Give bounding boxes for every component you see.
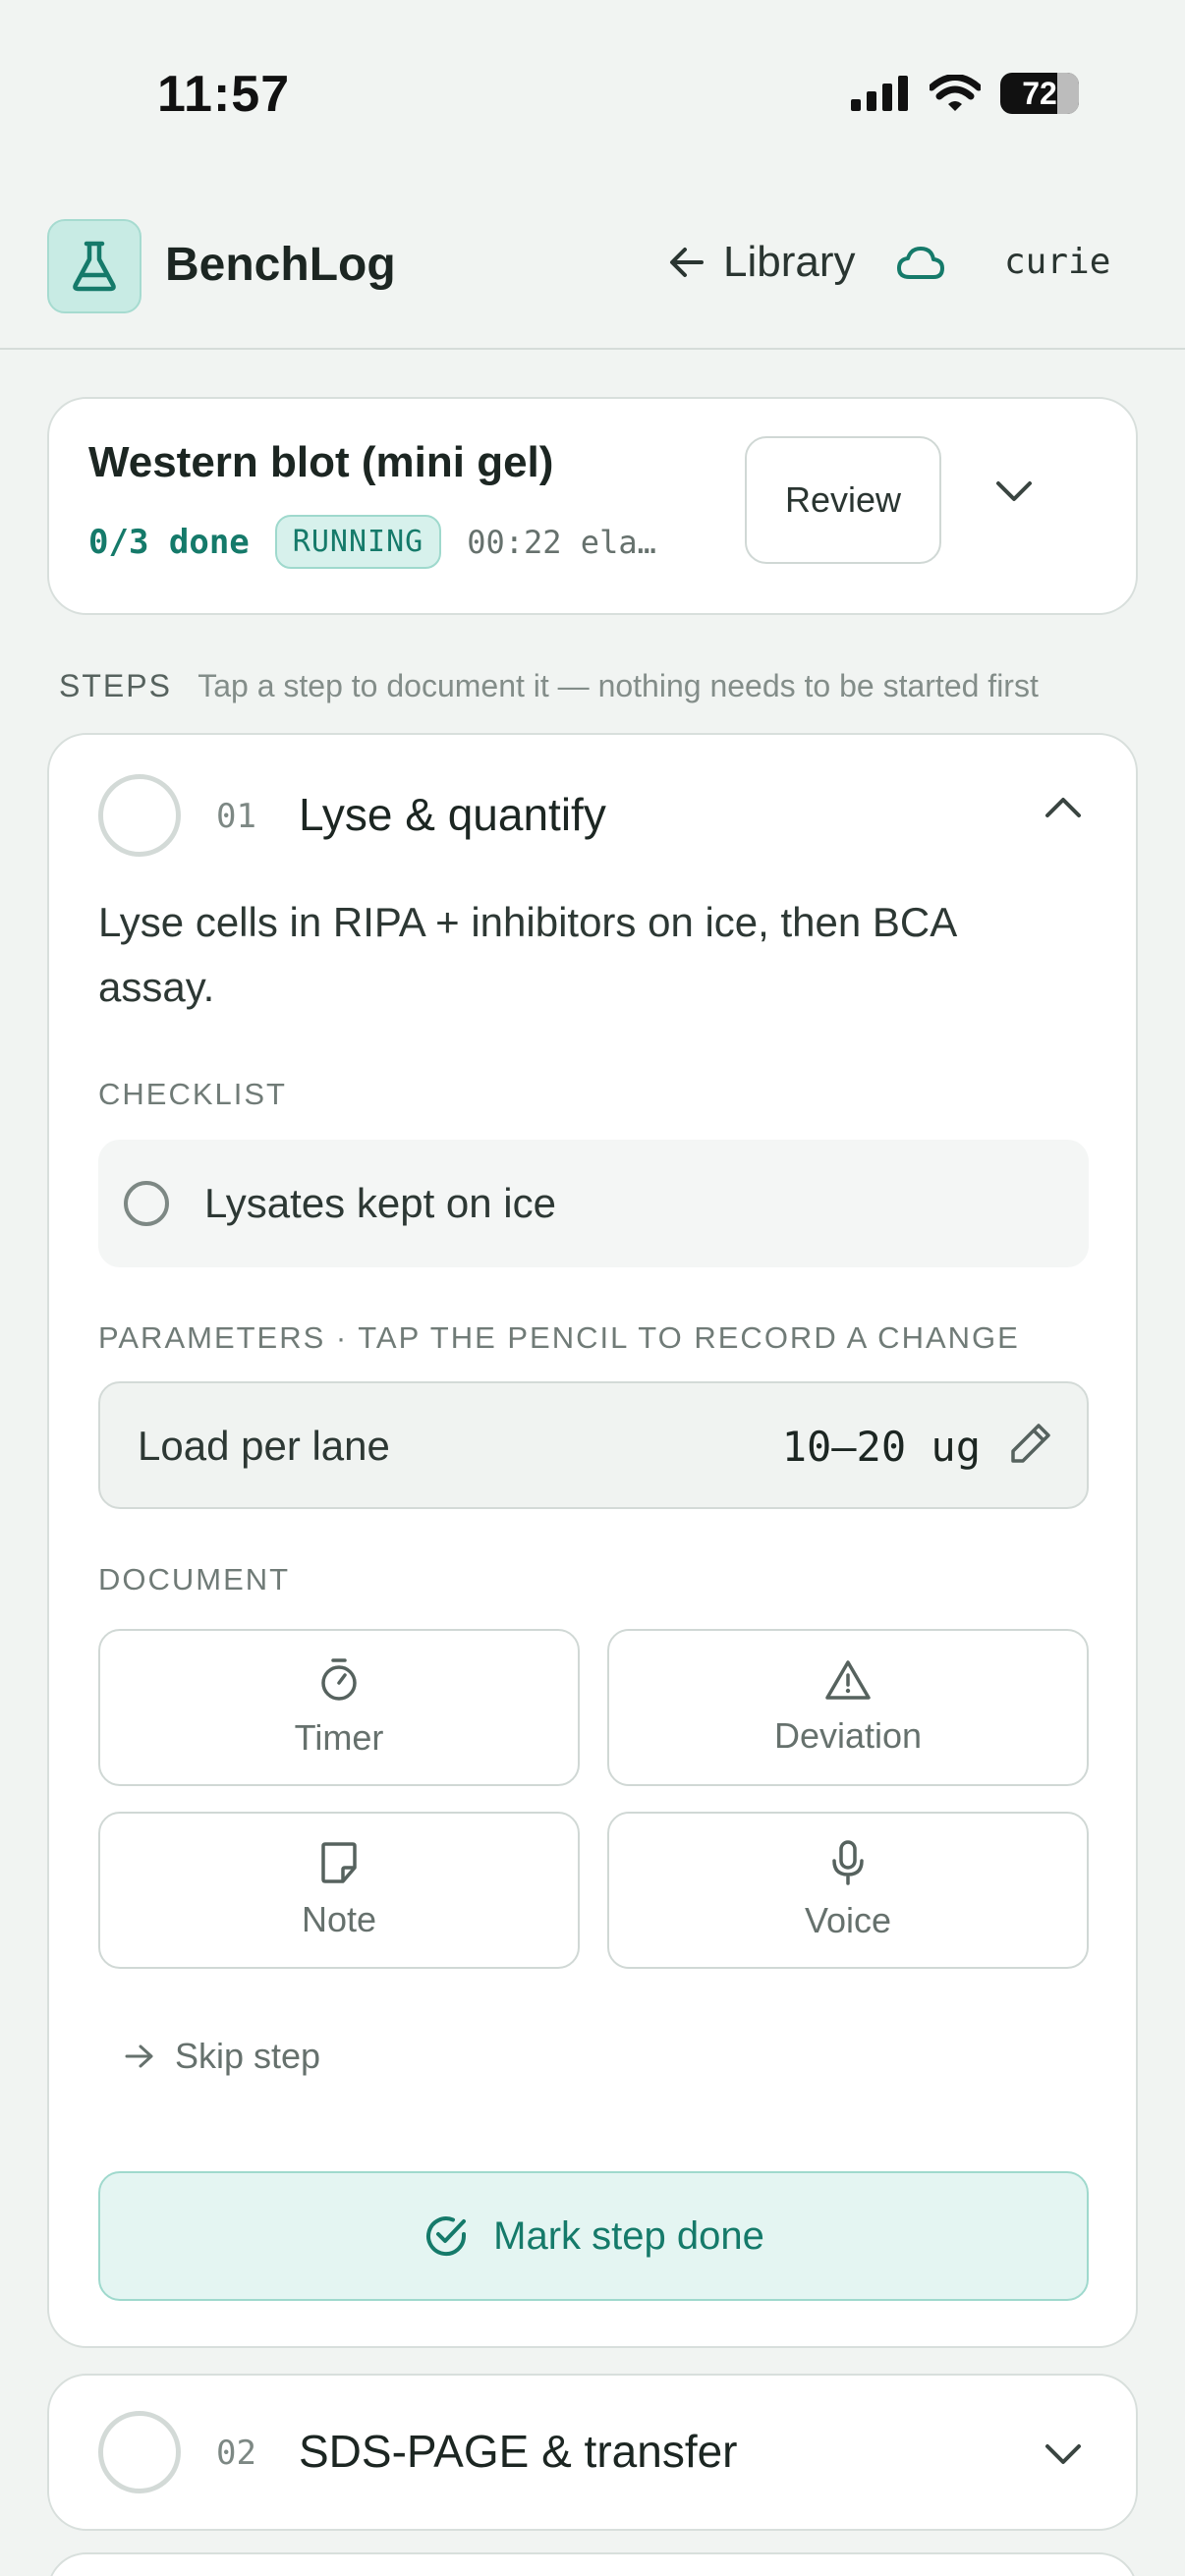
checklist-item[interactable]: Lysates kept on ice	[98, 1140, 1089, 1267]
cellular-signal-icon	[851, 76, 908, 111]
warning-triangle-icon	[825, 1660, 871, 1700]
steps-section-header: STEPS Tap a step to document it — nothin…	[59, 668, 1039, 704]
status-badge: RUNNING	[274, 515, 442, 569]
library-label: Library	[723, 238, 856, 286]
battery-level: 72	[1022, 75, 1057, 111]
note-button[interactable]: Note	[98, 1812, 580, 1969]
microphone-icon	[832, 1840, 864, 1885]
step-number: 01	[216, 797, 256, 836]
note-label: Note	[301, 1899, 377, 1939]
step-title[interactable]: Lyse & quantify	[299, 788, 606, 841]
parameter-value: 10–20 ug	[781, 1423, 981, 1471]
flask-icon	[73, 241, 116, 292]
step-status-circle[interactable]	[98, 774, 181, 857]
mark-step-done-button[interactable]: Mark step done	[98, 2171, 1089, 2301]
voice-label: Voice	[804, 1900, 892, 1940]
timer-label: Timer	[294, 1717, 384, 1758]
app-title: BenchLog	[165, 239, 396, 291]
checklist-label: CHECKLIST	[98, 1077, 287, 1111]
arrow-right-icon	[125, 2044, 153, 2068]
steps-hint: Tap a step to document it — nothing need…	[198, 668, 1039, 703]
parameter-row: Load per lane 10–20 ug	[98, 1381, 1089, 1509]
library-link[interactable]: Library	[668, 238, 856, 287]
step-card-collapsed[interactable]: 02 SDS-PAGE & transfer	[47, 2374, 1138, 2531]
chevron-up-icon[interactable]	[1042, 794, 1085, 821]
note-icon	[321, 1842, 357, 1883]
chevron-down-icon[interactable]	[1042, 2440, 1085, 2468]
parameters-label: PARAMETERS · TAP THE PENCIL TO RECORD A …	[98, 1320, 1020, 1355]
check-circle-icon	[426, 2216, 467, 2257]
app-logo	[47, 219, 141, 313]
skip-step-link[interactable]: Skip step	[124, 2036, 320, 2077]
app-header: BenchLog Library curie	[0, 187, 1185, 350]
status-icons: 72	[851, 73, 1079, 114]
step-card-expanded: 01 Lyse & quantify Lyse cells in RIPA + …	[47, 733, 1138, 2348]
run-title: Western blot (mini gel)	[88, 438, 554, 486]
wifi-icon	[930, 75, 981, 111]
status-bar: 11:57 72	[0, 0, 1185, 187]
step-number: 02	[216, 2434, 256, 2473]
arrow-left-icon	[670, 248, 704, 277]
run-card: Western blot (mini gel) 0/3 done RUNNING…	[47, 397, 1138, 615]
run-meta: 0/3 done RUNNING 00:22 ela…	[88, 515, 656, 569]
skip-step-label: Skip step	[175, 2036, 321, 2076]
chevron-down-icon[interactable]	[992, 477, 1036, 505]
battery-icon: 72	[1000, 73, 1079, 114]
steps-label: STEPS	[59, 668, 172, 703]
step-card-peek[interactable]	[47, 2552, 1138, 2576]
cloud-icon[interactable]	[896, 244, 945, 283]
step-title[interactable]: SDS-PAGE & transfer	[299, 2425, 738, 2478]
step-description: Lyse cells in RIPA + inhibitors on ice, …	[98, 899, 955, 1010]
mark-step-done-label: Mark step done	[493, 2213, 764, 2258]
status-time: 11:57	[157, 66, 291, 123]
deviation-button[interactable]: Deviation	[607, 1629, 1089, 1786]
deviation-label: Deviation	[773, 1715, 923, 1756]
step-status-circle[interactable]	[98, 2411, 181, 2493]
pencil-icon[interactable]	[1008, 1421, 1053, 1466]
timer-button[interactable]: Timer	[98, 1629, 580, 1786]
stopwatch-icon	[321, 1658, 357, 1701]
voice-button[interactable]: Voice	[607, 1812, 1089, 1969]
checkbox[interactable]	[124, 1181, 169, 1226]
done-count: 0/3 done	[88, 522, 250, 562]
elapsed-time: 00:22 ela…	[467, 523, 656, 561]
parameter-name: Load per lane	[138, 1423, 390, 1469]
user-name[interactable]: curie	[1004, 242, 1110, 282]
checklist-item-label: Lysates kept on ice	[204, 1180, 556, 1226]
review-button[interactable]: Review	[745, 436, 941, 564]
document-label: DOCUMENT	[98, 1562, 291, 1596]
